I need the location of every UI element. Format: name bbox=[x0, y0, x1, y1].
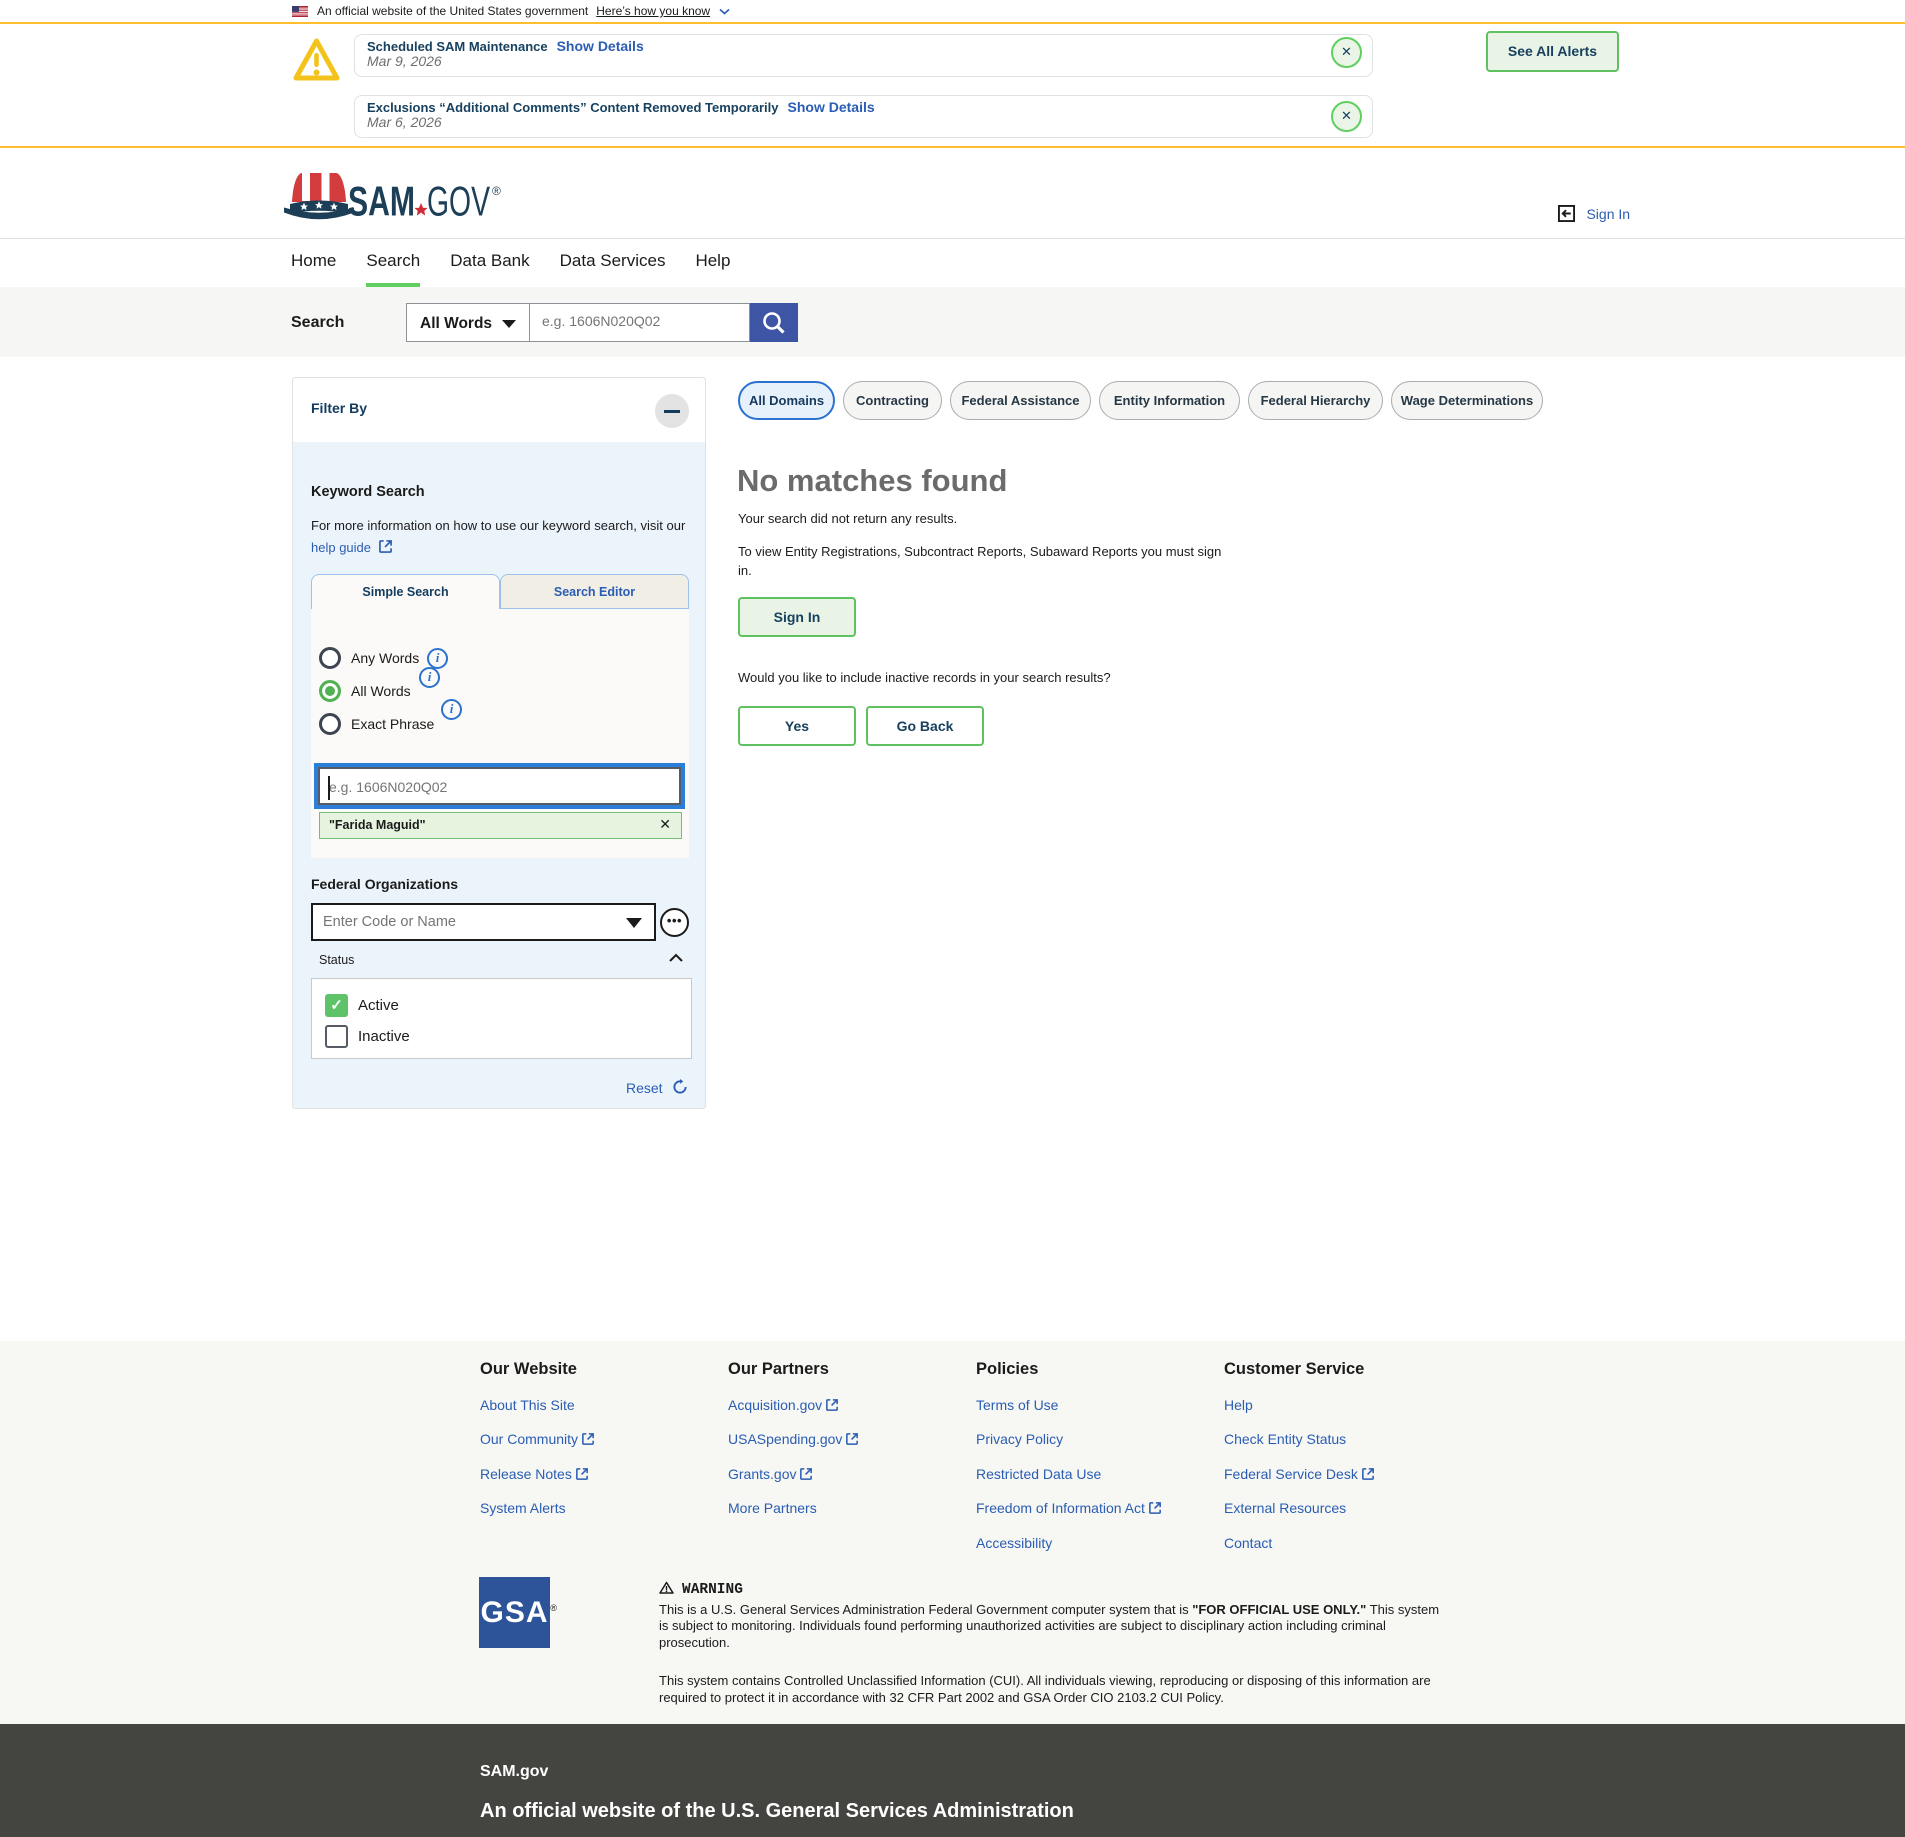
svg-text:GOV: GOV bbox=[427, 178, 490, 225]
svg-text:®: ® bbox=[492, 184, 501, 198]
svg-text:SAM: SAM bbox=[348, 178, 415, 225]
